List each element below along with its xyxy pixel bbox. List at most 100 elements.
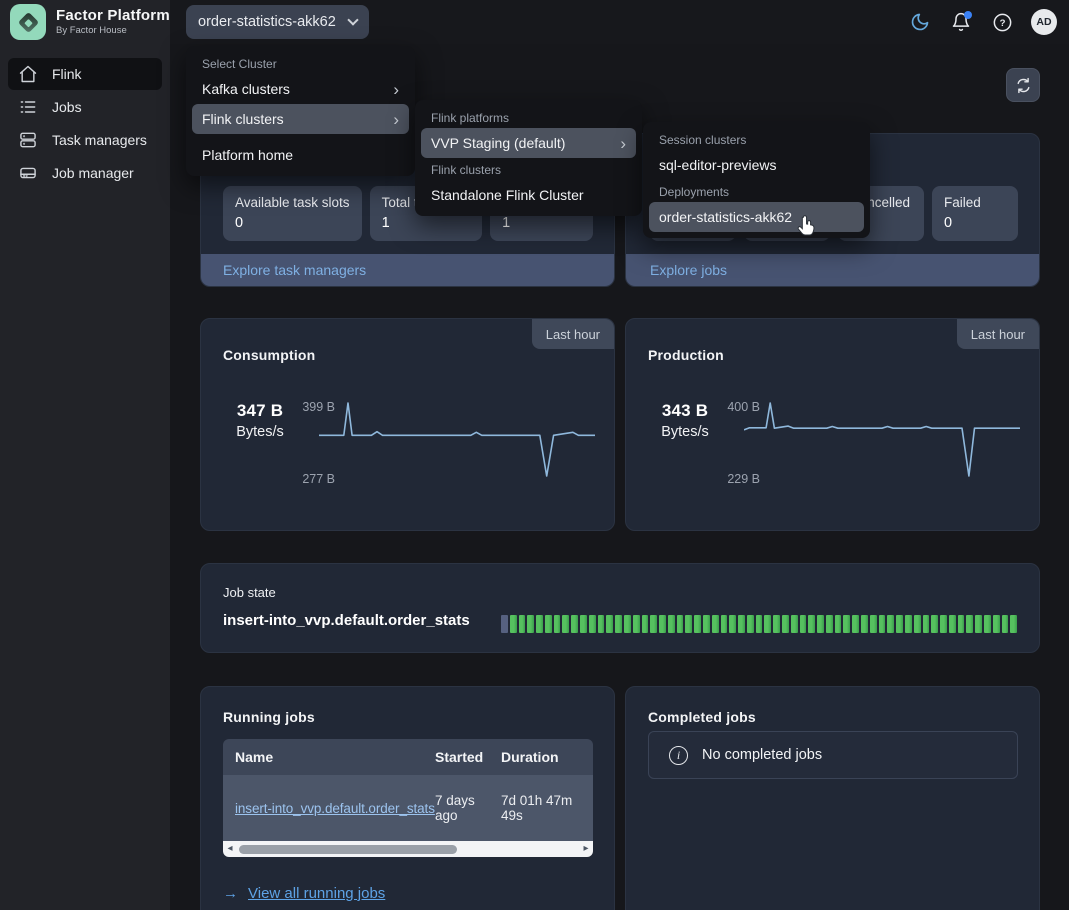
job-state-segment [624,615,631,633]
job-state-segment [843,615,850,633]
chevron-right-icon: › [393,111,399,128]
job-state-segment [773,615,780,633]
production-chart-panel: Last hour Production 343 B Bytes/s 400 B… [625,318,1040,531]
topbar: Factor Platform By Factor House order-st… [0,0,1069,44]
scroll-right-arrow-icon[interactable]: ▸ [579,841,593,857]
refresh-icon [1015,77,1032,94]
job-state-segment [501,615,508,633]
menu-item-sql-editor-previews[interactable]: sql-editor-previews [649,150,864,180]
view-all-running-jobs-link[interactable]: View all running jobs [248,885,385,902]
notification-dot [964,11,972,19]
menu-header: Deployments [649,180,864,202]
job-state-segment [510,615,517,633]
job-state-segment [870,615,877,633]
menu-item-platform-home[interactable]: Platform home [192,140,409,170]
scroll-left-arrow-icon[interactable]: ◂ [223,841,237,857]
sidebar-item-flink[interactable]: Flink [8,58,162,90]
list-icon [18,97,38,117]
menu-item-kafka-clusters[interactable]: Kafka clusters › [192,74,409,104]
chevron-right-icon: › [393,81,399,98]
job-state-segment [808,615,815,633]
job-state-segment [756,615,763,633]
empty-state: i No completed jobs [648,731,1018,779]
sidebar-item-label: Job manager [52,165,134,181]
svg-text:?: ? [999,18,1005,29]
job-state-segment [703,615,710,633]
time-window-badge: Last hour [532,319,614,349]
server-stack-icon [18,130,38,150]
column-header-duration: Duration [501,749,593,765]
menu-item-order-statistics-akk62[interactable]: order-statistics-akk62 [649,202,864,232]
job-state-segment [545,615,552,633]
job-state-segment [677,615,684,633]
explore-jobs-link[interactable]: Explore jobs [650,262,727,278]
time-window-badge: Last hour [957,319,1039,349]
sidebar-item-job-manager[interactable]: Job manager [8,157,162,189]
menu-item-vvp-staging[interactable]: VVP Staging (default) › [421,128,636,158]
help-icon: ? [992,12,1013,33]
job-state-segment [554,615,561,633]
explore-task-managers-link[interactable]: Explore task managers [223,262,366,278]
job-state-segment [940,615,947,633]
column-header-started: Started [435,749,501,765]
brand: Factor Platform By Factor House [0,0,170,44]
table-row: insert-into_vvp.default.order_stats 7 da… [223,775,593,841]
moon-icon [910,12,930,32]
sidebar-item-task-managers[interactable]: Task managers [8,124,162,156]
job-state-segment [642,615,649,633]
job-state-segment [826,615,833,633]
job-state-segment [879,615,886,633]
job-state-segment [1002,615,1009,633]
menu-item-flink-clusters[interactable]: Flink clusters › [192,104,409,134]
running-jobs-panel: Running jobs Name Started Duration inser… [200,686,615,910]
refresh-button[interactable] [1006,68,1040,102]
notifications-button[interactable] [949,10,973,34]
job-state-segment [747,615,754,633]
stat-value: 1 [382,215,471,232]
brand-tagline: By Factor House [56,26,170,36]
job-state-segment [993,615,1000,633]
job-state-segment [721,615,728,633]
arrow-right-icon: → [223,885,238,902]
job-state-segment [571,615,578,633]
deployments-submenu: Session clusters sql-editor-previews Dep… [643,122,870,238]
job-state-segment [949,615,956,633]
horizontal-scrollbar[interactable]: ◂ ▸ [223,841,593,857]
job-state-segment [984,615,991,633]
sidebar: Flink Jobs Task managers Job manager [0,44,170,910]
user-avatar[interactable]: AD [1031,9,1057,35]
job-state-panel: Job state insert-into_vvp.default.order_… [200,563,1040,653]
factor-logo-icon [10,4,46,40]
running-jobs-table: Name Started Duration insert-into_vvp.de… [223,739,593,857]
job-state-segment [835,615,842,633]
job-state-bar [501,615,1017,633]
job-state-label: Job state [223,585,276,600]
help-button[interactable]: ? [990,10,1014,34]
job-state-segment [615,615,622,633]
scrollbar-thumb[interactable] [239,845,457,854]
cluster-selector-button[interactable]: order-statistics-akk62 [186,5,369,39]
production-sparkline [744,391,1020,491]
menu-item-standalone-flink-cluster[interactable]: Standalone Flink Cluster [421,180,636,210]
current-unit: Bytes/s [223,424,297,440]
job-state-segment [782,615,789,633]
running-jobs-title: Running jobs [223,709,315,725]
chevron-right-icon: › [620,135,626,152]
job-state-segment [659,615,666,633]
consumption-sparkline [319,391,595,491]
dark-mode-toggle[interactable] [908,10,932,34]
job-name-link[interactable]: insert-into_vvp.default.order_stats [235,801,435,816]
chart-title: Production [648,347,724,363]
stat-card-failed: Failed 0 [932,186,1018,241]
chevron-down-icon [347,14,358,25]
completed-jobs-title: Completed jobs [648,709,756,725]
job-state-segment [914,615,921,633]
jobs-footer: Explore jobs [626,254,1039,286]
brand-name: Factor Platform [56,8,170,24]
job-state-segment [606,615,613,633]
job-duration-cell: 7d 01h 47m 49s [501,793,593,823]
sidebar-item-jobs[interactable]: Jobs [8,91,162,123]
job-state-segment [589,615,596,633]
job-state-segment [519,615,526,633]
stat-value: 1 [502,215,581,232]
